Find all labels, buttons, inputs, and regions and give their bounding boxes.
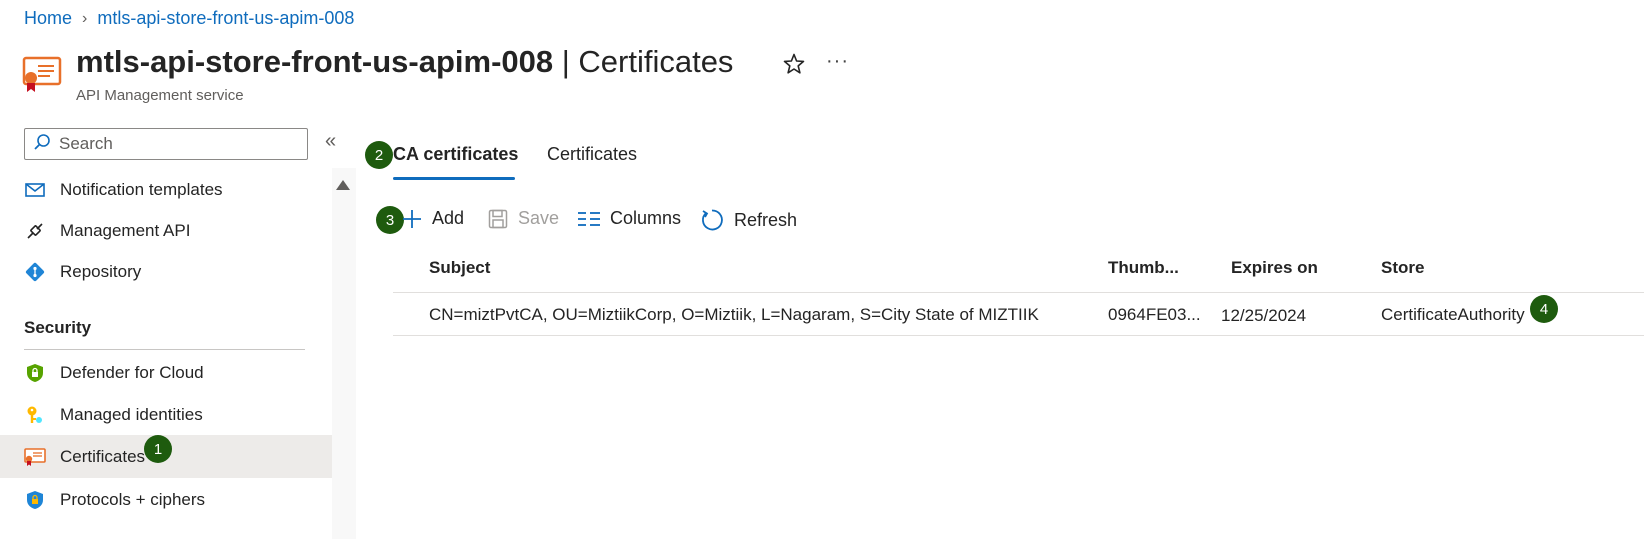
refresh-icon [700,208,724,232]
breadcrumb: Home › mtls-api-store-front-us-apim-008 [24,8,354,29]
resource-name: mtls-api-store-front-us-apim-008 [76,44,554,79]
defender-shield-icon [24,362,46,384]
sidebar-item-label: Repository [60,261,142,281]
active-tab-indicator [393,177,515,180]
column-header-thumbprint[interactable]: Thumb... [1108,258,1179,278]
refresh-button[interactable]: Refresh [700,208,797,232]
save-button[interactable]: Save [488,208,559,229]
columns-button[interactable]: Columns [578,208,681,229]
chevron-right-icon: › [82,9,88,27]
sidebar-item-repository[interactable]: Repository [0,250,332,293]
tab-ca-certificates[interactable]: CA certificates [393,144,518,165]
section-divider [24,349,305,350]
sidebar-item-management-api[interactable]: Management API [0,209,332,252]
page-title: mtls-api-store-front-us-apim-008 | Certi… [76,44,733,80]
cell-thumbprint: 0964FE03... [1108,305,1201,324]
sidebar-item-label: Notification templates [60,179,223,199]
page-subtitle: API Management service [76,87,244,104]
sidebar-scrollbar[interactable] [332,168,356,539]
add-label: Add [432,208,465,228]
search-input[interactable] [59,134,299,154]
lock-shield-icon [24,489,46,511]
search-icon [33,133,51,156]
sidebar-item-label: Protocols + ciphers [60,489,206,509]
column-header-store[interactable]: Store [1381,258,1424,278]
certificate-icon [22,56,62,94]
plug-icon [24,220,46,242]
sidebar-item-protocols-ciphers[interactable]: Protocols + ciphers [0,478,332,521]
key-icon [24,404,46,426]
breadcrumb-home-link[interactable]: Home [24,8,72,29]
step-badge-3: 3 [376,206,404,234]
sidebar-item-notification-templates[interactable]: Notification templates [0,168,332,211]
plus-icon [402,209,422,229]
collapse-sidebar-icon[interactable]: « [325,130,336,153]
sidebar-search[interactable] [24,128,308,160]
scroll-up-arrow-icon[interactable] [336,180,350,190]
table-row[interactable]: CN=miztPvtCA, OU=MiztiikCorp, O=Miztiik,… [393,292,1644,336]
sidebar-item-label: Defender for Cloud [60,362,204,382]
favorite-star-icon[interactable] [782,52,808,78]
save-icon [488,209,508,229]
cell-subject: CN=miztPvtCA, OU=MiztiikCorp, O=Miztiik,… [429,305,1039,324]
section-header-security: Security [24,318,92,337]
cell-store: CertificateAuthority [1381,305,1525,324]
sidebar-item-label: Managed identities [60,404,203,424]
refresh-label: Refresh [734,209,798,230]
add-button[interactable]: Add [402,208,464,229]
step-badge-1: 1 [144,435,172,463]
more-options-icon[interactable]: ··· [826,50,849,73]
cell-expires-on: 12/25/2024 [1221,306,1307,325]
columns-label: Columns [610,208,682,228]
title-separator: | [553,44,579,79]
tab-certificates[interactable]: Certificates [547,144,637,165]
columns-icon [578,211,600,227]
column-header-expires-on[interactable]: Expires on [1231,258,1318,278]
certificate-icon [24,446,46,468]
sidebar-item-defender-for-cloud[interactable]: Defender for Cloud [0,351,332,394]
mail-icon [24,179,46,201]
section-title: Certificates [578,44,734,79]
sidebar-item-label: Certificates [60,446,146,466]
breadcrumb-resource-link[interactable]: mtls-api-store-front-us-apim-008 [97,8,354,29]
column-header-subject[interactable]: Subject [429,258,490,278]
save-label: Save [518,208,560,228]
git-icon [24,261,46,283]
step-badge-2: 2 [365,141,393,169]
sidebar-item-managed-identities[interactable]: Managed identities [0,393,332,436]
sidebar-item-label: Management API [60,220,191,240]
